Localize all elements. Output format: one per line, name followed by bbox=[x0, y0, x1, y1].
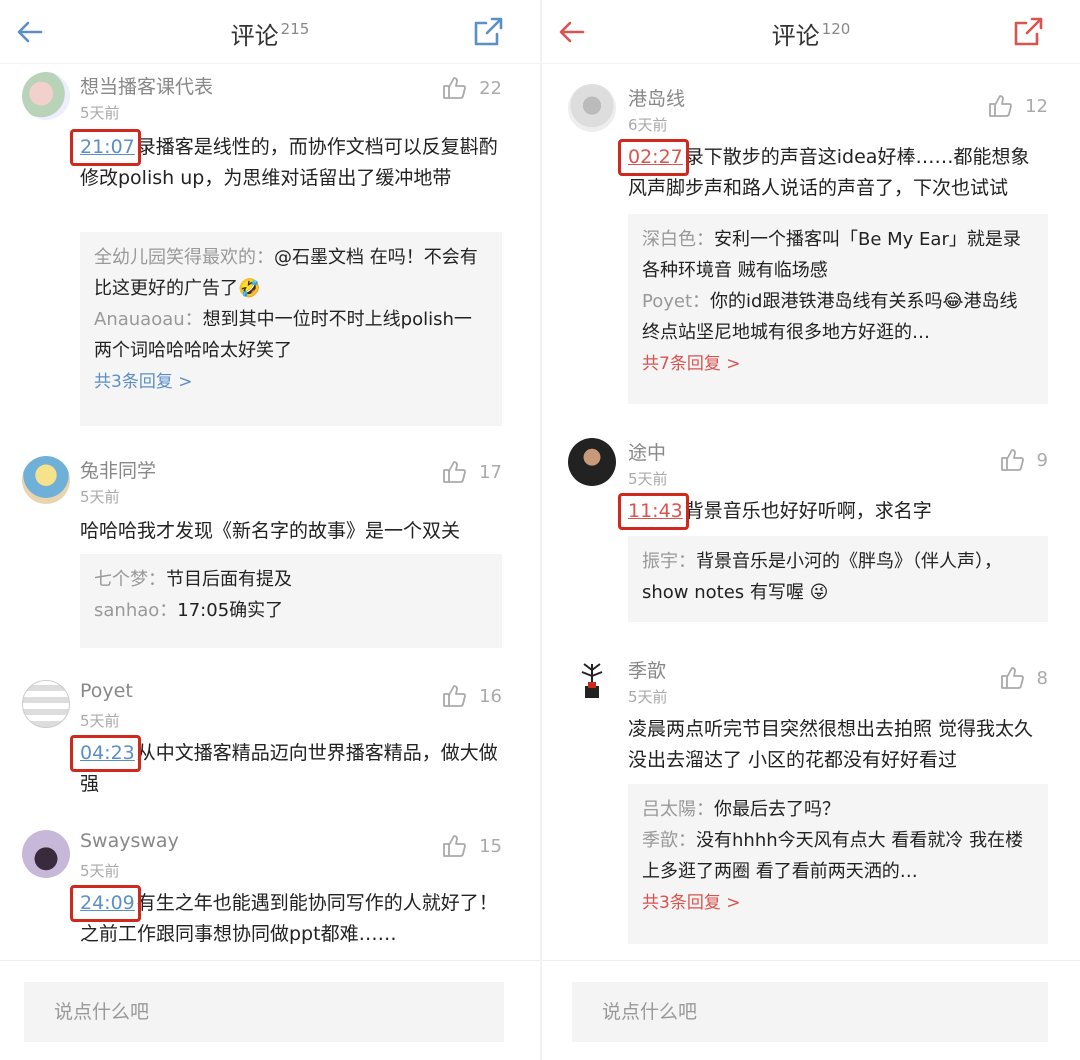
share-icon[interactable] bbox=[1012, 16, 1044, 48]
reply-author: 吕太陽： bbox=[642, 799, 714, 820]
thumbs-up-icon bbox=[443, 77, 466, 99]
comment-text: 24:09 有生之年也能遇到能协同写作的人就好了！之前工作跟同事想协同做ppt都难… bbox=[70, 885, 502, 950]
comment-time: 6天前 bbox=[628, 116, 668, 134]
reply-item: 全幼儿园笑得最欢的：@石墨文档 在吗！不会有比这更好的广告了🤣 bbox=[94, 247, 478, 299]
username[interactable]: Poyet bbox=[80, 680, 133, 702]
reply-item: 七个梦：节目后面有提及 bbox=[94, 569, 292, 590]
more-replies-link[interactable]: 共7条回复 > bbox=[642, 348, 1034, 380]
username[interactable]: 途中 bbox=[628, 438, 666, 465]
avatar[interactable] bbox=[22, 680, 70, 728]
avatar[interactable] bbox=[22, 72, 70, 120]
like-count: 17 bbox=[479, 461, 502, 483]
reply-author: 深白色： bbox=[642, 229, 714, 250]
reply-box[interactable]: 深白色：安利一个播客叫「Be My Ear」就是录各种环境音 贼有临场感 Poy… bbox=[628, 214, 1048, 404]
reply-item: 深白色：安利一个播客叫「Be My Ear」就是录各种环境音 贼有临场感 bbox=[642, 229, 1021, 281]
comment-time: 5天前 bbox=[80, 488, 120, 506]
reply-author: 全幼儿园笑得最欢的： bbox=[94, 247, 274, 268]
comment-text: 21:07 录播客是线性的，而协作文档可以反复斟酌修改polish up，为思维对… bbox=[70, 129, 502, 194]
comment-time: 5天前 bbox=[628, 470, 668, 488]
comment-time: 5天前 bbox=[80, 712, 120, 730]
avatar[interactable] bbox=[568, 656, 616, 704]
like-button[interactable]: 17 bbox=[441, 458, 502, 486]
reply-item: 吕太陽：你最后去了吗？ bbox=[642, 799, 840, 820]
username[interactable]: Swaysway bbox=[80, 830, 179, 852]
thumbs-up-icon bbox=[443, 461, 466, 483]
username[interactable]: 兔非同学 bbox=[80, 456, 156, 483]
timestamp-link[interactable]: 11:43 bbox=[618, 493, 689, 530]
timestamp-link[interactable]: 24:09 bbox=[70, 885, 141, 922]
comment-input[interactable]: 说点什么吧 bbox=[24, 982, 504, 1042]
right-comments-screen: 评论 120 港岛线 6天前 12 02:27 录下散步的声音这idea好棒……都能… bbox=[540, 0, 1080, 1060]
reply-author: Poyet： bbox=[642, 291, 711, 312]
more-replies-link[interactable]: 共3条回复 > bbox=[94, 366, 488, 398]
like-button[interactable]: 9 bbox=[999, 446, 1048, 474]
plant-avatar-icon bbox=[581, 663, 603, 698]
reply-author: 季歆： bbox=[642, 830, 696, 851]
page-title: 评论 120 bbox=[771, 20, 851, 50]
comment-text: 04:23 从中文播客精品迈向世界播客精品，做大做强 bbox=[70, 735, 502, 800]
header: 评论 120 bbox=[542, 0, 1080, 64]
reply-author: sanhao： bbox=[94, 600, 178, 621]
page-title: 评论 215 bbox=[230, 20, 310, 50]
reply-item: 季歆：没有hhhh今天风有点大 看看就冷 我在楼上多逛了两圈 看了看前两天洒的… bbox=[642, 830, 1024, 882]
reply-item: 振宇：背景音乐是小河的《胖鸟》（伴人声），show notes 有写喔 😜 bbox=[642, 551, 1002, 603]
timestamp-link[interactable]: 21:07 bbox=[70, 129, 141, 166]
timestamp-link[interactable]: 04:23 bbox=[70, 735, 141, 772]
comment-text: 凌晨两点听完节目突然很想出去拍照 觉得我太久没出去溜达了 小区的花都没有好好看过 bbox=[628, 718, 1034, 771]
like-button[interactable]: 16 bbox=[441, 682, 502, 710]
divider bbox=[0, 960, 540, 961]
divider bbox=[542, 960, 1080, 961]
like-button[interactable]: 15 bbox=[441, 832, 502, 860]
like-count: 9 bbox=[1036, 449, 1048, 471]
left-comments-screen: 评论 215 想当播客课代表 5天前 22 21:07 录播客是线性的，而协作文档可… bbox=[0, 0, 540, 1060]
like-count: 22 bbox=[479, 77, 502, 99]
like-button[interactable]: 8 bbox=[999, 664, 1048, 692]
username[interactable]: 季歆 bbox=[628, 656, 666, 683]
reply-item: Anauaoau：想到其中一位时不时上线polish一两个词哈哈哈哈太好笑了 bbox=[94, 309, 472, 361]
more-replies-link[interactable]: 共3条回复 > bbox=[642, 887, 1034, 919]
like-count: 15 bbox=[479, 835, 502, 857]
avatar[interactable] bbox=[22, 456, 70, 504]
comment-text: 哈哈哈我才发现《新名字的故事》是一个双关 bbox=[80, 520, 461, 542]
thumbs-up-icon bbox=[443, 835, 466, 857]
thumbs-up-icon bbox=[443, 685, 466, 707]
comment-time: 5天前 bbox=[80, 862, 120, 880]
avatar[interactable] bbox=[568, 84, 616, 132]
thumbs-up-icon bbox=[989, 95, 1012, 117]
like-button[interactable]: 12 bbox=[987, 92, 1048, 120]
reply-author: Anauaoau： bbox=[94, 309, 203, 330]
username[interactable]: 港岛线 bbox=[628, 84, 685, 111]
reply-box[interactable]: 七个梦：节目后面有提及 sanhao：17:05确实了 bbox=[80, 554, 502, 648]
comment-text: 02:27 录下散步的声音这idea好棒……都能想象风声脚步声和路人说话的声音了，… bbox=[618, 139, 1048, 204]
reply-box[interactable]: 全幼儿园笑得最欢的：@石墨文档 在吗！不会有比这更好的广告了🤣 Anauaoau… bbox=[80, 232, 502, 426]
comment-text: 11:43 背景音乐也好好听啊，求名字 bbox=[618, 493, 1048, 530]
reply-author: 振宇： bbox=[642, 551, 696, 572]
like-button[interactable]: 22 bbox=[441, 74, 502, 102]
share-icon[interactable] bbox=[472, 16, 504, 48]
username[interactable]: 想当播客课代表 bbox=[80, 72, 213, 99]
timestamp-link[interactable]: 02:27 bbox=[618, 139, 689, 176]
reply-box[interactable]: 吕太陽：你最后去了吗？ 季歆：没有hhhh今天风有点大 看看就冷 我在楼上多逛了… bbox=[628, 784, 1048, 944]
comment-input[interactable]: 说点什么吧 bbox=[572, 982, 1048, 1042]
comment-count: 215 bbox=[280, 20, 310, 38]
like-count: 12 bbox=[1025, 95, 1048, 117]
like-count: 16 bbox=[479, 685, 502, 707]
avatar[interactable] bbox=[22, 830, 70, 878]
thumbs-up-icon bbox=[1000, 667, 1024, 689]
avatar[interactable] bbox=[568, 438, 616, 486]
comment-time: 5天前 bbox=[628, 688, 668, 706]
comment-time: 5天前 bbox=[80, 104, 120, 122]
reply-item: Poyet：你的id跟港铁港岛线有关系吗😂港岛线终点站坚尼地城有很多地方好逛的… bbox=[642, 291, 1018, 343]
comment-count: 120 bbox=[821, 20, 851, 38]
reply-box[interactable]: 振宇：背景音乐是小河的《胖鸟》（伴人声），show notes 有写喔 😜 bbox=[628, 536, 1048, 622]
like-count: 8 bbox=[1036, 667, 1048, 689]
reply-author: 七个梦： bbox=[94, 569, 166, 590]
header: 评论 215 bbox=[0, 0, 540, 64]
thumbs-up-icon bbox=[1000, 449, 1024, 471]
reply-item: sanhao：17:05确实了 bbox=[94, 600, 284, 621]
